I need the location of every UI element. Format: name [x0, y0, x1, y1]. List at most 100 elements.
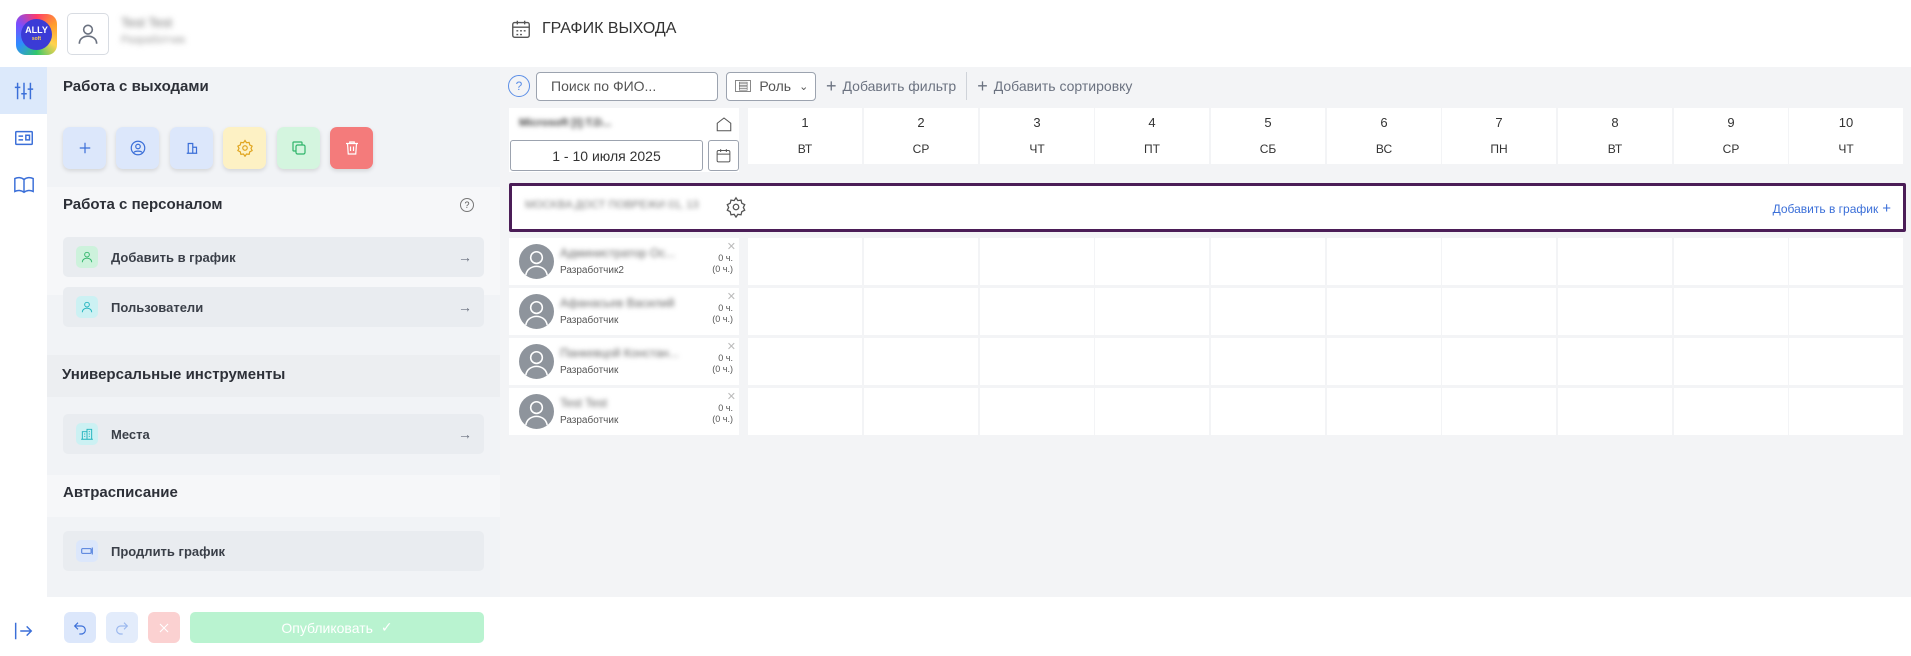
nav-label: Продлить график — [111, 543, 225, 559]
publish-button[interactable]: Опубликовать ✓ — [190, 612, 484, 643]
help-icon[interactable]: ? — [508, 75, 530, 97]
schedule-cell[interactable] — [980, 338, 1094, 385]
user-avatar[interactable] — [67, 13, 109, 55]
home-icon[interactable] — [715, 115, 733, 133]
schedule-cell[interactable] — [1789, 388, 1903, 435]
schedule-cell[interactable] — [1442, 388, 1556, 435]
schedule-cell[interactable] — [1674, 338, 1788, 385]
schedule-cell[interactable] — [1211, 388, 1325, 435]
schedule-cell[interactable] — [1558, 238, 1672, 285]
nav-users[interactable]: Пользователи → — [63, 287, 484, 327]
undo-button[interactable] — [64, 612, 96, 643]
schedule-cell[interactable] — [1442, 338, 1556, 385]
employee-row[interactable]: Панкевцой Констан... Разработчик 0 ч. (0 ч.… — [509, 338, 739, 385]
schedule-cell[interactable] — [1095, 238, 1209, 285]
schedule-cell[interactable] — [1095, 288, 1209, 335]
avatar — [519, 294, 554, 329]
schedule-cell[interactable] — [1442, 288, 1556, 335]
schedule-cell[interactable] — [1211, 338, 1325, 385]
schedule-cell[interactable] — [748, 238, 862, 285]
employee-hours: 0 ч. (0 ч.) — [712, 253, 733, 275]
schedule-cell[interactable] — [1327, 288, 1441, 335]
schedule-cell[interactable] — [1211, 238, 1325, 285]
schedule-cell[interactable] — [1789, 238, 1903, 285]
day-header: 7 ПН — [1442, 108, 1556, 164]
page-title: ГРАФИК ВЫХОДА — [542, 20, 677, 37]
schedule-cell[interactable] — [864, 238, 978, 285]
day-weekday: СР — [1722, 142, 1740, 156]
add-sort-button[interactable]: + Добавить сортировку — [967, 76, 1142, 97]
schedule-cell[interactable] — [1789, 288, 1903, 335]
schedule-cell[interactable] — [1095, 338, 1209, 385]
schedule-cell[interactable] — [1211, 288, 1325, 335]
delete-button[interactable] — [330, 127, 373, 169]
cancel-button[interactable] — [148, 612, 180, 643]
logout-button[interactable] — [12, 620, 34, 642]
rail-schedule-settings[interactable] — [0, 67, 47, 114]
add-to-schedule-link[interactable]: Добавить в график + — [1773, 200, 1891, 217]
schedule-cell[interactable] — [748, 388, 862, 435]
section-title-staff: Работа с персоналом — [63, 196, 223, 213]
schedule-cell[interactable] — [1095, 388, 1209, 435]
role-filter-button[interactable]: ▤ Роль ⌄ — [726, 71, 816, 101]
schedule-cell[interactable] — [1558, 388, 1672, 435]
schedule-cell[interactable] — [1327, 338, 1441, 385]
day-header: 10 ЧТ — [1789, 108, 1903, 164]
employee-name: Панкевцой Констан... — [560, 346, 679, 360]
group-row[interactable]: MOCKBA ДОСТ ПОВРЕЖИ 01, 13 Добавить в гр… — [509, 183, 1906, 232]
paste-button[interactable] — [170, 127, 213, 169]
remove-icon[interactable]: ✕ — [727, 340, 736, 353]
redo-button[interactable] — [106, 612, 138, 643]
nav-extend-schedule[interactable]: Продлить график — [63, 531, 484, 571]
schedule-cell[interactable] — [1789, 338, 1903, 385]
schedule-cell[interactable] — [1442, 238, 1556, 285]
clipboard-icon — [186, 142, 197, 154]
nav-places[interactable]: Места → — [63, 414, 484, 454]
day-weekday: ВТ — [797, 142, 813, 156]
schedule-cell[interactable] — [1674, 238, 1788, 285]
schedule-cell[interactable] — [1674, 288, 1788, 335]
day-number: 4 — [1148, 115, 1156, 130]
remove-icon[interactable]: ✕ — [727, 240, 736, 253]
day-weekday: СБ — [1259, 142, 1277, 156]
day-header: 8 ВТ — [1558, 108, 1672, 164]
avatar — [519, 394, 554, 429]
remove-icon[interactable]: ✕ — [727, 290, 736, 303]
schedule-cell[interactable] — [1327, 388, 1441, 435]
schedule-cell[interactable] — [864, 288, 978, 335]
rail-cards[interactable] — [0, 114, 47, 161]
employee-row[interactable]: Афанасьев Василий Разработчик 0 ч. (0 ч.) ✕ — [509, 288, 739, 335]
schedule-cell[interactable] — [980, 238, 1094, 285]
nav-label: Места — [111, 426, 150, 442]
schedule-cell[interactable] — [1558, 338, 1672, 385]
id-card-icon — [14, 130, 33, 145]
arrow-right-icon: → — [458, 426, 472, 442]
copy-button[interactable] — [277, 127, 320, 169]
calendar-button[interactable] — [708, 140, 739, 171]
rail-docs[interactable] — [0, 161, 47, 208]
schedule-cell[interactable] — [1674, 388, 1788, 435]
schedule-cell[interactable] — [748, 338, 862, 385]
remove-icon[interactable]: ✕ — [727, 390, 736, 403]
employee-row[interactable]: Администратор Ос... Разработчик2 0 ч. (0 ч.… — [509, 238, 739, 285]
day-number: 6 — [1380, 115, 1388, 130]
schedule-cell[interactable] — [864, 338, 978, 385]
add-filter-button[interactable]: + Добавить фильтр — [816, 76, 966, 97]
help-icon[interactable]: ? — [460, 198, 474, 212]
search-input[interactable] — [536, 71, 718, 101]
schedule-cell[interactable] — [1558, 288, 1672, 335]
employee-row[interactable]: Test Test Разработчик 0 ч. (0 ч.) ✕ — [509, 388, 739, 435]
add-shift-button[interactable] — [63, 127, 106, 169]
schedule-cell[interactable] — [980, 388, 1094, 435]
shift-settings-button[interactable] — [223, 127, 266, 169]
assign-user-button[interactable] — [116, 127, 159, 169]
schedule-cell[interactable] — [1327, 238, 1441, 285]
day-header: 2 СР — [864, 108, 978, 164]
schedule-cell[interactable] — [748, 288, 862, 335]
gear-icon[interactable] — [725, 196, 747, 219]
date-range-field[interactable]: 1 - 10 июля 2025 — [510, 140, 703, 171]
schedule-cell[interactable] — [864, 388, 978, 435]
logo-text: ALLY — [25, 24, 48, 35]
schedule-cell[interactable] — [980, 288, 1094, 335]
nav-add-to-schedule[interactable]: Добавить в график → — [63, 237, 484, 277]
